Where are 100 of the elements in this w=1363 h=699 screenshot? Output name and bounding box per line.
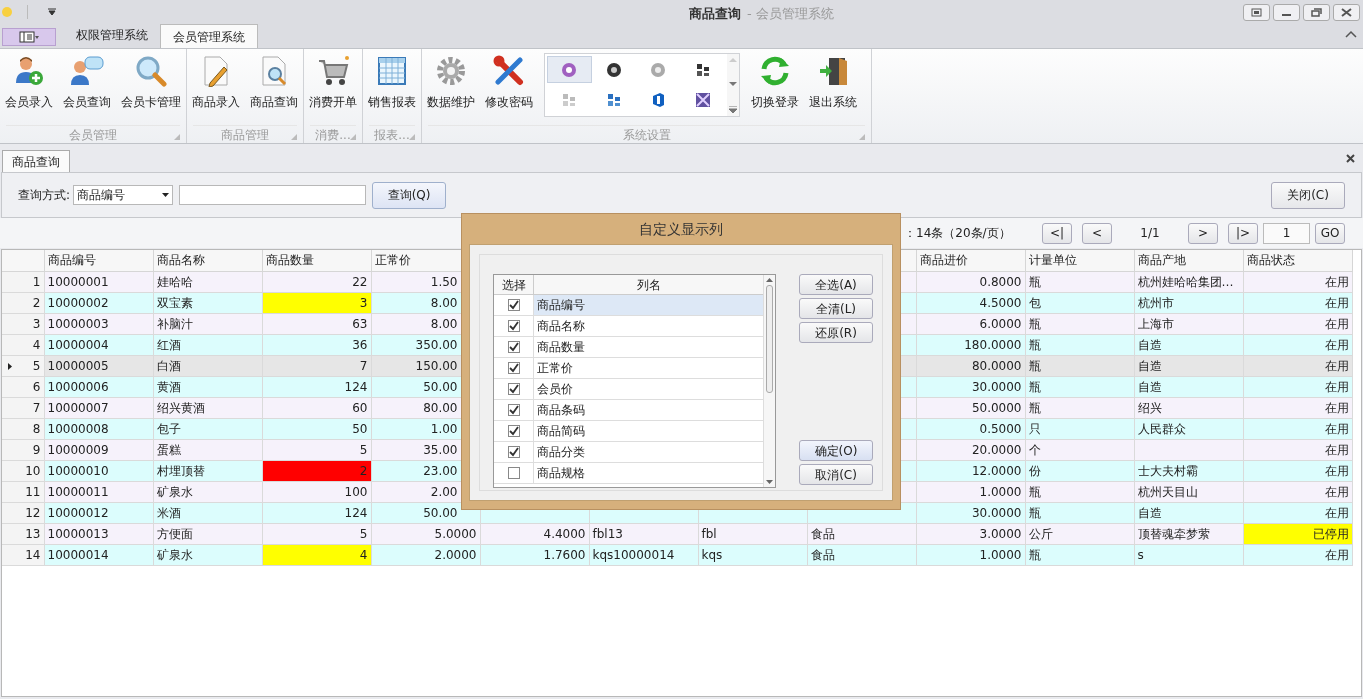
ribbon-button[interactable]: 消费开单	[306, 53, 360, 111]
next-page-button[interactable]: >	[1188, 222, 1218, 244]
dropdown-arrow-icon	[162, 193, 170, 197]
list-item[interactable]: 商品简码	[534, 421, 763, 441]
gear-icon	[435, 55, 467, 87]
checkbox[interactable]	[507, 299, 520, 311]
table-cell: 30.0000	[916, 376, 1025, 397]
ribbon-button[interactable]: 会员录入	[2, 53, 56, 111]
table-cell: 10000001	[44, 271, 153, 292]
table-cell: 自造	[1134, 502, 1243, 523]
checkbox[interactable]	[507, 362, 520, 374]
table-cell: 10000002	[44, 292, 153, 313]
table-cell: 10000013	[44, 523, 153, 544]
table-cell: 蛋糕	[153, 439, 262, 460]
last-page-button[interactable]: |>	[1228, 222, 1258, 244]
ribbon-tab[interactable]: 会员管理系统	[160, 24, 258, 48]
ribbon-button[interactable]: 商品查询	[247, 53, 301, 111]
checkbox[interactable]	[507, 320, 520, 332]
go-button[interactable]: GO	[1315, 222, 1345, 244]
column-header: 选择	[494, 275, 534, 294]
ribbon-button[interactable]: 修改密码	[482, 53, 536, 111]
table-cell: 10000011	[44, 481, 153, 502]
expand-gallery-icon[interactable]	[729, 106, 737, 113]
table-cell: 在用	[1243, 334, 1352, 355]
list-item[interactable]: 商品规格	[534, 463, 763, 483]
table-cell: 顶替魂牵梦萦	[1134, 523, 1243, 544]
checkbox[interactable]	[507, 446, 520, 458]
column-header[interactable]: 商品产地	[1134, 250, 1243, 271]
table-cell: 6.0000	[916, 313, 1025, 334]
column-header[interactable]: 商品状态	[1243, 250, 1352, 271]
ribbon-button[interactable]: 商品录入	[189, 53, 243, 111]
ribbon-button[interactable]: 退出系统	[806, 53, 860, 111]
check-icon	[508, 405, 519, 415]
column-header[interactable]: 商品进价	[916, 250, 1025, 271]
list-item[interactable]: 商品名称	[534, 316, 763, 336]
restore-button[interactable]	[1303, 3, 1330, 21]
app-menu-button[interactable]	[2, 28, 56, 46]
checkbox[interactable]	[507, 404, 520, 416]
column-header[interactable]: 商品名称	[153, 250, 262, 271]
scroll-down-icon[interactable]	[729, 81, 737, 87]
list-item[interactable]: 商品编号	[534, 295, 763, 315]
checkbox[interactable]	[507, 425, 520, 437]
table-cell: 2.0000	[371, 544, 480, 565]
row-number: 14	[25, 547, 41, 562]
list-item[interactable]: 会员价	[534, 379, 763, 399]
ok-button[interactable]: 确定(O)	[799, 440, 873, 461]
scrollbar-thumb[interactable]	[766, 285, 773, 393]
row-number: 6	[32, 379, 41, 394]
list-item[interactable]: 商品条码	[534, 400, 763, 420]
page-input[interactable]: 1	[1263, 222, 1310, 244]
close-button[interactable]	[1333, 3, 1360, 21]
cancel-button[interactable]: 取消(C)	[799, 464, 873, 485]
close-icon[interactable]	[1346, 154, 1355, 163]
search-button[interactable]: 查询(Q)	[372, 181, 447, 209]
query-mode-dropdown[interactable]: 商品编号	[73, 185, 174, 205]
capture-button[interactable]	[1243, 3, 1270, 21]
checkbox[interactable]	[507, 341, 520, 353]
tools-icon	[493, 55, 525, 87]
row-number: 3	[32, 316, 41, 331]
checkbox[interactable]	[507, 383, 520, 395]
table-cell: 白酒	[153, 355, 262, 376]
table-cell: 10000008	[44, 418, 153, 439]
list-item[interactable]: 正常价	[534, 358, 763, 378]
check-icon	[508, 321, 519, 331]
column-header[interactable]: 商品编号	[44, 250, 153, 271]
previous-page-button[interactable]: <	[1082, 222, 1112, 244]
table-cell: 10000010	[44, 460, 153, 481]
column-header[interactable]: 商品数量	[262, 250, 371, 271]
dialog-button[interactable]: 全清(L)	[799, 298, 873, 319]
ribbon-button[interactable]: 数据维护	[424, 53, 478, 111]
table-cell: 1.0000	[916, 481, 1025, 502]
checkbox[interactable]	[507, 467, 520, 479]
first-page-button[interactable]: <|	[1042, 222, 1072, 244]
ribbon-tab[interactable]: 权限管理系统	[64, 24, 160, 46]
close-button[interactable]: 关闭(C)	[1271, 181, 1345, 209]
list-item[interactable]: 商品数量	[534, 337, 763, 357]
table-cell: 方便面	[153, 523, 262, 544]
table-cell: 自造	[1134, 376, 1243, 397]
dropdown-arrow-icon[interactable]	[48, 8, 56, 16]
table-cell: 在用	[1243, 481, 1352, 502]
table-cell: 3.0000	[916, 523, 1025, 544]
document-tab[interactable]: 商品查询	[2, 150, 70, 172]
table-cell: 在用	[1243, 544, 1352, 565]
ribbon-button[interactable]: 会员卡管理	[118, 53, 184, 111]
table-cell: 0.5000	[916, 418, 1025, 439]
search-field[interactable]	[179, 185, 367, 205]
check-icon	[508, 384, 519, 394]
minimize-button[interactable]	[1273, 3, 1300, 21]
scroll-up-icon[interactable]	[766, 278, 773, 282]
check-icon	[508, 426, 519, 436]
ribbon-button[interactable]: 销售报表	[365, 53, 419, 111]
list-item[interactable]: 商品分类	[534, 442, 763, 462]
table-cell: 20.0000	[916, 439, 1025, 460]
ribbon-button[interactable]: 切换登录	[748, 53, 802, 111]
dialog-button[interactable]: 全选(A)	[799, 274, 873, 295]
table-cell: 自造	[1134, 334, 1243, 355]
dialog-button[interactable]: 还原(R)	[799, 322, 873, 343]
collapse-ribbon-icon[interactable]	[1345, 30, 1357, 38]
column-header[interactable]: 计量单位	[1025, 250, 1134, 271]
ribbon-button[interactable]: 会员查询	[60, 53, 114, 111]
